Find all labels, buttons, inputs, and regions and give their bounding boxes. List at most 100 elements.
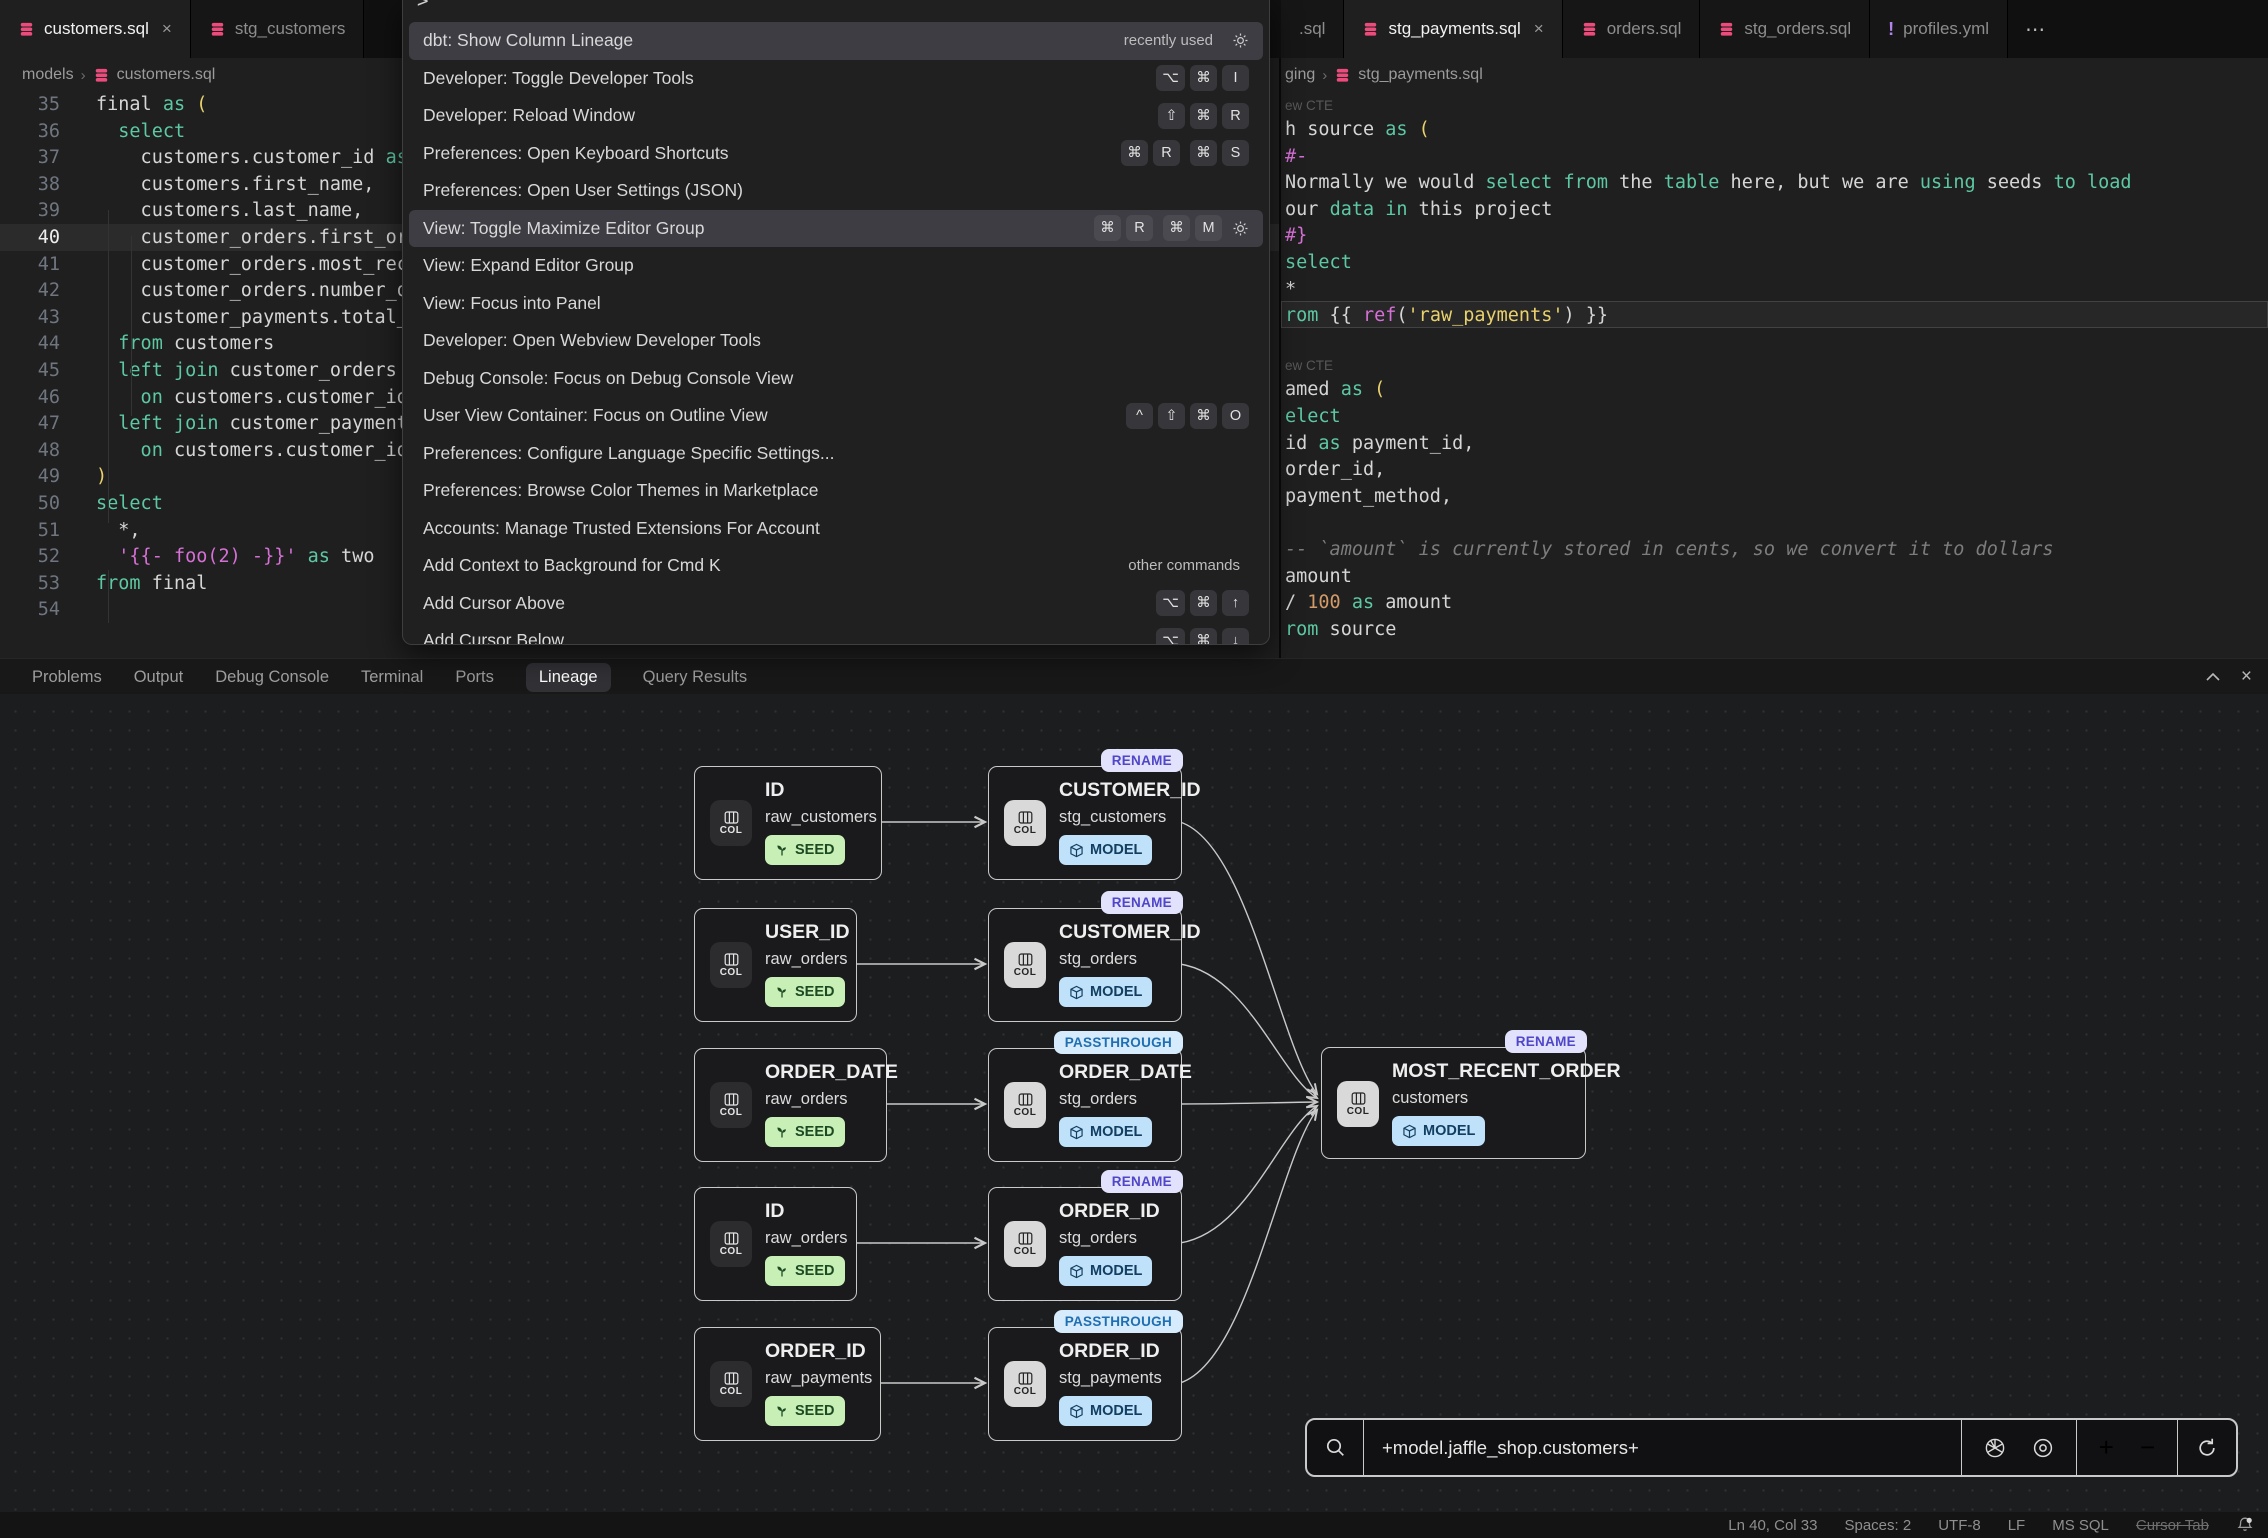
tab-group-left: customers.sql×stg_customers <box>0 0 364 58</box>
columns-icon <box>1018 1232 1033 1245</box>
lineage-node-order_id-raw_payments[interactable]: COLORDER_IDraw_paymentsSEED <box>694 1327 881 1441</box>
status-cursor-tab[interactable]: Cursor Tab <box>2136 1517 2209 1534</box>
lineage-node-order_date-raw_orders[interactable]: COLORDER_DATEraw_ordersSEED <box>694 1048 887 1162</box>
palette-item-user-view-container-focus-on-outline-vie[interactable]: User View Container: Focus on Outline Vi… <box>409 397 1263 435</box>
close-icon[interactable]: × <box>162 19 172 39</box>
tab-stg_payments-sql[interactable]: stg_payments.sql× <box>1344 0 1562 58</box>
node-title: ORDER_ID <box>1059 1340 1160 1363</box>
refresh-icon[interactable] <box>2178 1420 2236 1475</box>
node-title: MOST_RECENT_ORDER <box>1392 1060 1621 1083</box>
palette-item-add-cursor-above[interactable]: Add Cursor Above⌥⌘↑ <box>409 585 1263 623</box>
palette-item-dbt-show-column-lineage[interactable]: dbt: Show Column Lineagerecently used <box>409 22 1263 60</box>
panel-tab-output[interactable]: Output <box>134 668 184 687</box>
tab--sql[interactable]: .sql <box>1281 0 1344 58</box>
lineage-node-customer_id-stg_customers[interactable]: COLCUSTOMER_IDstg_customersMODEL <box>988 766 1182 880</box>
lineage-node-user_id-raw_orders[interactable]: COLUSER_IDraw_ordersSEED <box>694 908 857 1022</box>
palette-item-add-cursor-below[interactable]: Add Cursor Below⌥⌘↓ <box>409 622 1263 645</box>
panel-tab-lineage[interactable]: Lineage <box>526 663 611 692</box>
palette-item-developer-toggle-developer-tools[interactable]: Developer: Toggle Developer Tools⌥⌘I <box>409 60 1263 98</box>
panel-collapse-icon[interactable] <box>2205 672 2221 682</box>
node-subtitle: raw_payments <box>765 1369 872 1388</box>
palette-input[interactable]: > <box>417 0 428 12</box>
codelens-ghost-text[interactable]: ew CTE <box>1285 96 1333 116</box>
status-item-ms-sql[interactable]: MS SQL <box>2052 1517 2109 1534</box>
code-line: select <box>1285 250 1352 276</box>
tab-customers-sql[interactable]: customers.sql× <box>0 0 191 58</box>
line-number: 51 <box>8 518 60 544</box>
code-line: *, <box>96 518 141 544</box>
bell-icon[interactable] <box>2236 1516 2254 1534</box>
code-line: Normally we would select from the table … <box>1285 170 2132 196</box>
panel-tab-problems[interactable]: Problems <box>32 668 102 687</box>
tab-stg_customers[interactable]: stg_customers <box>191 0 365 58</box>
command-label: View: Expand Editor Group <box>423 255 634 276</box>
command-label: Add Cursor Below <box>423 630 564 645</box>
code-line: customers.last_name, <box>96 198 363 224</box>
editor-pane-stg-payments[interactable]: ging › stg_payments.sql ew CTEh source a… <box>1281 58 2268 658</box>
code-area[interactable]: ew CTEh source as (#-Normally we would s… <box>1281 58 2268 658</box>
tab-orders-sql[interactable]: orders.sql <box>1563 0 1701 58</box>
command-category-label: other commands <box>1128 557 1240 574</box>
lineage-node-order_date-stg_orders[interactable]: COLORDER_DATEstg_ordersMODEL <box>988 1048 1182 1162</box>
zoom-out-icon[interactable]: − <box>2140 1432 2155 1463</box>
code-line: -- `amount` is currently stored in cents… <box>1285 537 2054 563</box>
line-number: 52 <box>8 544 60 570</box>
command-palette[interactable]: > dbt: Show Column Lineagerecently usedD… <box>402 0 1270 645</box>
node-title: CUSTOMER_ID <box>1059 779 1201 802</box>
code-line: payment_method, <box>1285 484 1452 510</box>
lineage-canvas[interactable]: COLIDraw_customersSEED COLUSER_IDraw_orde… <box>0 694 2268 1512</box>
status-item-spaces-2[interactable]: Spaces: 2 <box>1844 1517 1911 1534</box>
palette-item-preferences-configure-language-specific-[interactable]: Preferences: Configure Language Specific… <box>409 435 1263 473</box>
tab-overflow-button[interactable]: ⋯ <box>2008 0 2064 58</box>
eye-target-icon[interactable] <box>2032 1437 2054 1459</box>
lineage-node-id-raw_customers[interactable]: COLIDraw_customersSEED <box>694 766 882 880</box>
seedling-icon <box>775 1404 789 1418</box>
close-icon[interactable]: × <box>1534 19 1544 39</box>
node-title: CUSTOMER_ID <box>1059 921 1201 944</box>
status-item-lf[interactable]: LF <box>2008 1517 2026 1534</box>
seedling-icon <box>775 985 789 999</box>
code-line: ) <box>96 464 107 490</box>
palette-item-add-context-to-background-for-cmd-k[interactable]: Add Context to Background for Cmd Kother… <box>409 547 1263 585</box>
column-type-chip: COL <box>1004 1221 1046 1267</box>
panel-tab-query-results[interactable]: Query Results <box>643 668 748 687</box>
panel-tab-terminal[interactable]: Terminal <box>361 668 423 687</box>
panel-tab-debug-console[interactable]: Debug Console <box>215 668 329 687</box>
configure-gear-icon[interactable] <box>1232 220 1249 237</box>
aperture-icon[interactable] <box>1984 1437 2006 1459</box>
palette-item-developer-reload-window[interactable]: Developer: Reload Window⇧⌘R <box>409 97 1263 135</box>
code-line: customer_payments.total_ <box>96 305 408 331</box>
palette-item-debug-console-focus-on-debug-console-vie[interactable]: Debug Console: Focus on Debug Console Vi… <box>409 360 1263 398</box>
lineage-node-order_id-stg_payments[interactable]: COLORDER_IDstg_paymentsMODEL <box>988 1327 1182 1441</box>
seed-badge: SEED <box>765 1396 845 1426</box>
palette-item-developer-open-webview-developer-tools[interactable]: Developer: Open Webview Developer Tools <box>409 322 1263 360</box>
tab-stg_orders-sql[interactable]: stg_orders.sql <box>1700 0 1870 58</box>
command-label: Preferences: Configure Language Specific… <box>423 443 835 464</box>
palette-item-view-expand-editor-group[interactable]: View: Expand Editor Group <box>409 247 1263 285</box>
palette-item-preferences-open-keyboard-shortcuts[interactable]: Preferences: Open Keyboard Shortcuts⌘R⌘S <box>409 135 1263 173</box>
tab-profiles-yml[interactable]: !profiles.yml <box>1870 0 2008 58</box>
keybinding: ⌘R <box>1121 140 1180 166</box>
status-item-utf-8[interactable]: UTF-8 <box>1938 1517 1981 1534</box>
palette-item-accounts-manage-trusted-extensions-for-a[interactable]: Accounts: Manage Trusted Extensions For … <box>409 510 1263 548</box>
palette-item-preferences-browse-color-themes-in-marke[interactable]: Preferences: Browse Color Themes in Mark… <box>409 472 1263 510</box>
node-subtitle: stg_customers <box>1059 808 1166 827</box>
status-item-ln-40-col-33[interactable]: Ln 40, Col 33 <box>1728 1517 1817 1534</box>
column-type-chip: COL <box>1337 1081 1379 1127</box>
lineage-query-input[interactable] <box>1364 1420 1961 1475</box>
lineage-node-order_id-stg_orders[interactable]: COLORDER_IDstg_ordersMODEL <box>988 1187 1182 1301</box>
panel-close-icon[interactable]: × <box>2241 666 2252 688</box>
lineage-node-id-raw_orders[interactable]: COLIDraw_ordersSEED <box>694 1187 857 1301</box>
column-type-chip: COL <box>710 942 752 988</box>
codelens-ghost-text[interactable]: ew CTE <box>1285 356 1333 376</box>
palette-item-view-toggle-maximize-editor-group[interactable]: View: Toggle Maximize Editor Group⌘R⌘M <box>409 210 1263 248</box>
palette-item-preferences-open-user-settings-json-[interactable]: Preferences: Open User Settings (JSON) <box>409 172 1263 210</box>
lineage-node-customer_id-stg_orders[interactable]: COLCUSTOMER_IDstg_ordersMODEL <box>988 908 1182 1022</box>
zoom-in-icon[interactable]: + <box>2099 1432 2114 1463</box>
command-label: Preferences: Open Keyboard Shortcuts <box>423 143 728 164</box>
columns-icon <box>724 1372 739 1385</box>
panel-tab-ports[interactable]: Ports <box>455 668 494 687</box>
configure-gear-icon[interactable] <box>1232 32 1249 49</box>
palette-item-view-focus-into-panel[interactable]: View: Focus into Panel <box>409 285 1263 323</box>
lineage-node-most_recent_order-customers[interactable]: COLMOST_RECENT_ORDERcustomersMODEL <box>1321 1047 1586 1159</box>
